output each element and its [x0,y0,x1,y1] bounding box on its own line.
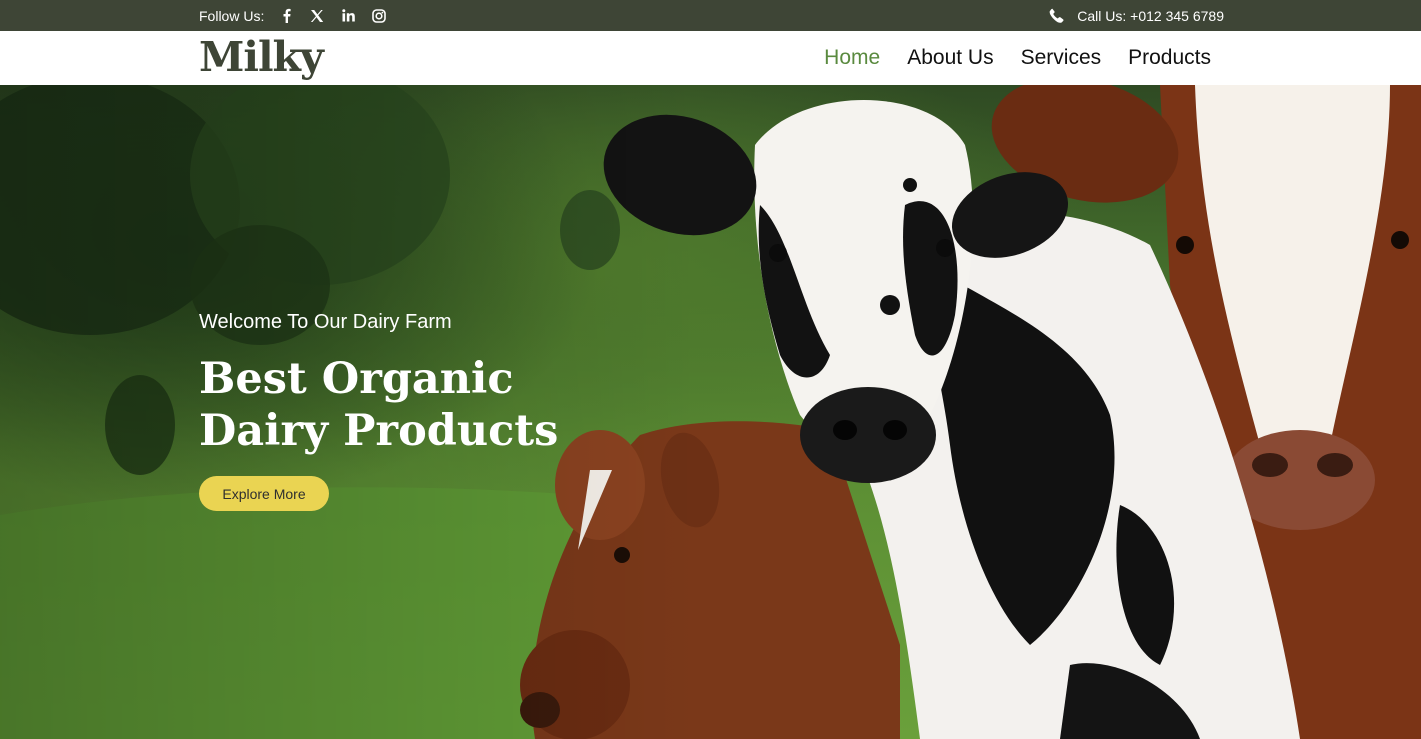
follow-us-group: Follow Us: [199,0,387,31]
explore-more-button[interactable]: Explore More [199,476,329,511]
call-us-group: Call Us: +012 345 6789 [1049,0,1224,31]
social-links [272,8,387,24]
site-logo[interactable]: Milky [199,33,324,81]
x-icon[interactable] [309,8,325,24]
nav-services[interactable]: Services [1021,46,1102,70]
linkedin-icon[interactable] [340,8,356,24]
hero-title-line2: Dairy Products [199,406,559,456]
nav-home[interactable]: Home [824,46,880,70]
hero-title: Best Organic Dairy Products [199,353,599,457]
facebook-icon[interactable] [278,8,294,24]
hero-title-line1: Best Organic [199,354,514,404]
nav-about-us[interactable]: About Us [907,46,993,70]
call-us-text[interactable]: Call Us: +012 345 6789 [1077,8,1224,24]
phone-icon [1049,8,1064,23]
instagram-icon[interactable] [371,8,387,24]
nav-products[interactable]: Products [1128,46,1211,70]
top-bar: Follow Us: Call Us: +012 345 6789 [0,0,1421,31]
hero-subtitle: Welcome To Our Dairy Farm [199,311,452,333]
main-navbar: Milky Home About Us Services Products [0,31,1421,85]
main-nav: Home About Us Services Products [824,31,1211,85]
hero-banner: Welcome To Our Dairy Farm Best Organic D… [0,85,1421,739]
follow-us-label: Follow Us: [199,7,265,24]
